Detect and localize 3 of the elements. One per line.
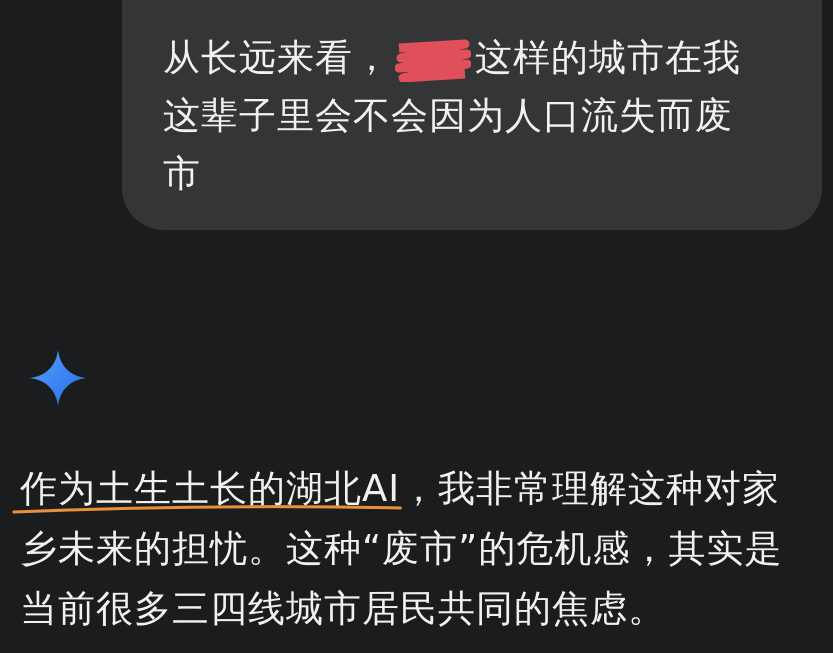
sparkle-icon <box>30 350 86 406</box>
answer-paragraph: 作为土生土长的湖北AI，我非常理解这种对家 乡未来的担忧。这种“废市”的危机感，其实是 当前很多三四线城市居民共同的焦虑。 <box>20 459 833 639</box>
user-message: 从长远来看， 这样的城市在我 这辈子里会不会因为人口流失而废 市 <box>163 35 742 197</box>
